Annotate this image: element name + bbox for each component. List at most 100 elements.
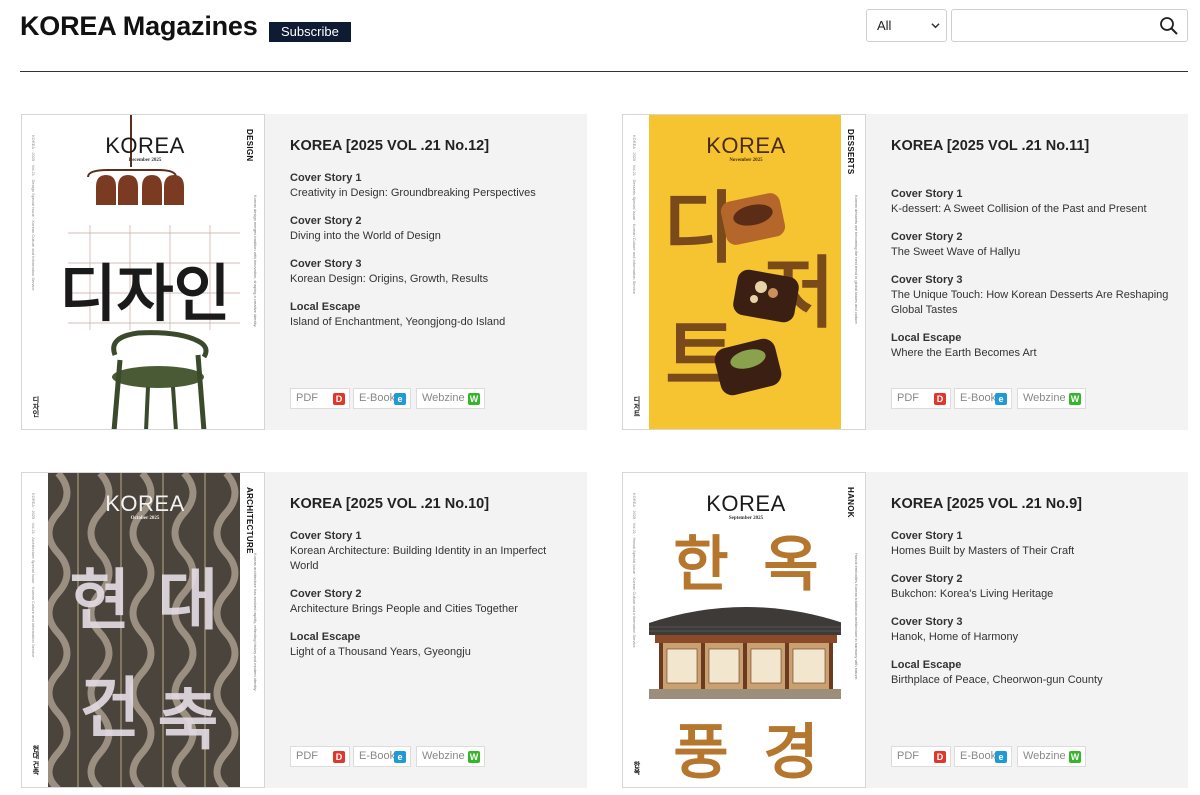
story-label: Cover Story 2 [891,573,963,585]
cover-logo: KOREA [105,133,185,158]
story-label: Cover Story 3 [891,274,963,286]
story-item: Local Escape Light of a Thousand Years, G… [290,630,575,660]
webzine-button[interactable]: Webzine W [416,388,485,409]
pdf-label: PDF [897,392,919,404]
story-label: Cover Story 2 [290,215,362,227]
story-text: Hanok, Home of Harmony [891,631,1019,643]
story-text: Diving into the World of Design [290,230,441,242]
ebook-button[interactable]: E-Book e [954,746,1012,767]
story-label: Cover Story 1 [891,530,963,542]
chevron-down-icon [931,23,940,29]
webzine-label: Webzine [1023,392,1066,404]
story-item: Cover Story 2 Diving into the World of De… [290,214,575,244]
spine-korean-label: 디자인 [32,396,39,417]
svg-text:풍: 풍 [673,718,728,788]
spine-label: DESIGN [245,129,254,162]
cover-right-spine: ARCHITECTURE Korean architecture has evo… [240,473,264,787]
cover-headline: 한 [673,530,728,600]
magazine-card: KOREA · 2025 · Vol.21 · Hanok Special Is… [622,472,1188,788]
story-item: Cover Story 3 The Unique Touch: How Korea… [891,273,1176,318]
story-text: Korean Design: Origins, Growth, Results [290,273,489,285]
ebook-label: E-Book [359,750,396,762]
pdf-icon: D [934,751,946,763]
spine-korean-label: 한옥 [633,761,640,775]
ebook-button[interactable]: E-Book e [353,746,411,767]
ebook-button[interactable]: E-Book e [353,388,411,409]
search-box [951,9,1188,42]
story-item: Cover Story 2 The Sweet Wave of Hallyu [891,230,1176,260]
story-text: Korean Architecture: Building Identity i… [290,545,547,572]
story-text: Birthplace of Peace, Cheorwon-gun County [891,674,1103,686]
story-label: Cover Story 1 [290,172,362,184]
issue-title[interactable]: KOREA [2025 VOL .21 No.9] [891,496,1082,512]
cover-month: December 2025 [128,158,162,163]
subscribe-button[interactable]: Subscribe [269,22,351,42]
cover-logo: KOREA [706,133,786,158]
webzine-icon: W [468,751,480,763]
story-label: Cover Story 2 [891,231,963,243]
webzine-icon: W [1069,393,1081,405]
spine-label: DESSERTS [846,129,855,175]
issue-title[interactable]: KOREA [2025 VOL .21 No.10] [290,496,489,512]
cover-headline: 디자인 [59,257,230,330]
category-filter-select[interactable]: All [866,9,947,42]
story-label: Local Escape [290,631,361,643]
issue-title[interactable]: KOREA [2025 VOL .21 No.12] [290,138,489,154]
ebook-label: E-Book [960,392,997,404]
filter-selected-value: All [877,18,892,33]
page-header: KOREA Magazines Subscribe All [20,0,1188,72]
spine-korean-label: 현대 건축 [32,745,39,775]
magazine-cover[interactable]: KOREA · 2025 · Vol.21 · Hanok Special Is… [622,472,866,788]
story-item: Cover Story 2 Bukchon: Korea's Living Her… [891,572,1176,602]
ebook-icon: e [995,751,1007,763]
cover-right-spine: DESIGN Korean design merges tradition wi… [240,115,264,429]
ebook-label: E-Book [960,750,997,762]
svg-text:경: 경 [763,718,818,788]
ebook-button[interactable]: E-Book e [954,388,1012,409]
magazine-cover[interactable]: KOREA · 2025 · Vol.21 · Design Special I… [21,114,265,430]
story-item: Cover Story 1 Korean Architecture: Buildi… [290,529,575,574]
cover-headline: 현 [70,562,131,639]
webzine-button[interactable]: Webzine W [1017,388,1086,409]
cover-left-spine: KOREA · 2025 · Vol.21 · Design Special I… [22,115,48,429]
webzine-icon: W [468,393,480,405]
spine-label: HANOK [846,487,855,518]
magazine-cover[interactable]: KOREA · 2025 · Vol.21 · Desserts Special… [622,114,866,430]
webzine-label: Webzine [422,750,465,762]
story-label: Local Escape [290,301,361,313]
ebook-label: E-Book [359,392,396,404]
pdf-label: PDF [296,750,318,762]
story-text: Architecture Brings People and Cities To… [290,603,518,615]
magazine-card: KOREA · 2025 · Vol.21 · Design Special I… [21,114,587,430]
webzine-button[interactable]: Webzine W [1017,746,1086,767]
cover-logo: KOREA [105,491,185,516]
story-item: Cover Story 1 Homes Built by Masters of T… [891,529,1176,559]
story-text: Where the Earth Becomes Art [891,347,1037,359]
pdf-button[interactable]: PDF D [290,388,350,409]
story-label: Cover Story 1 [891,188,963,200]
pdf-button[interactable]: PDF D [290,746,350,767]
webzine-button[interactable]: Webzine W [416,746,485,767]
pdf-icon: D [333,751,345,763]
story-text: The Sweet Wave of Hallyu [891,246,1021,258]
magazine-card: KOREA · 2025 · Vol.21 · Architecture Spe… [21,472,587,788]
story-text: The Unique Touch: How Korean Desserts Ar… [891,289,1169,316]
story-item: Cover Story 2 Architecture Brings People … [290,587,575,617]
webzine-label: Webzine [422,392,465,404]
search-input[interactable] [960,16,1150,36]
story-list: Cover Story 1 Korean Architecture: Buildi… [290,529,575,673]
story-item: Cover Story 3 Hanok, Home of Harmony [891,615,1176,645]
story-label: Cover Story 2 [290,588,362,600]
story-item: Cover Story 1 K-dessert: A Sweet Collisio… [891,187,1176,217]
magazine-cover[interactable]: KOREA · 2025 · Vol.21 · Architecture Spe… [21,472,265,788]
pdf-button[interactable]: PDF D [891,388,951,409]
webzine-icon: W [1069,751,1081,763]
issue-title[interactable]: KOREA [2025 VOL .21 No.11] [891,138,1089,154]
ebook-icon: e [995,393,1007,405]
cover-right-spine: DESSERTS Korean desserts are becoming th… [841,115,865,429]
search-icon[interactable] [1159,16,1179,36]
pdf-button[interactable]: PDF D [891,746,951,767]
story-list: Cover Story 1 K-dessert: A Sweet Collisio… [891,187,1176,374]
cover-logo: KOREA [706,491,786,516]
magazine-card: KOREA · 2025 · Vol.21 · Desserts Special… [622,114,1188,430]
